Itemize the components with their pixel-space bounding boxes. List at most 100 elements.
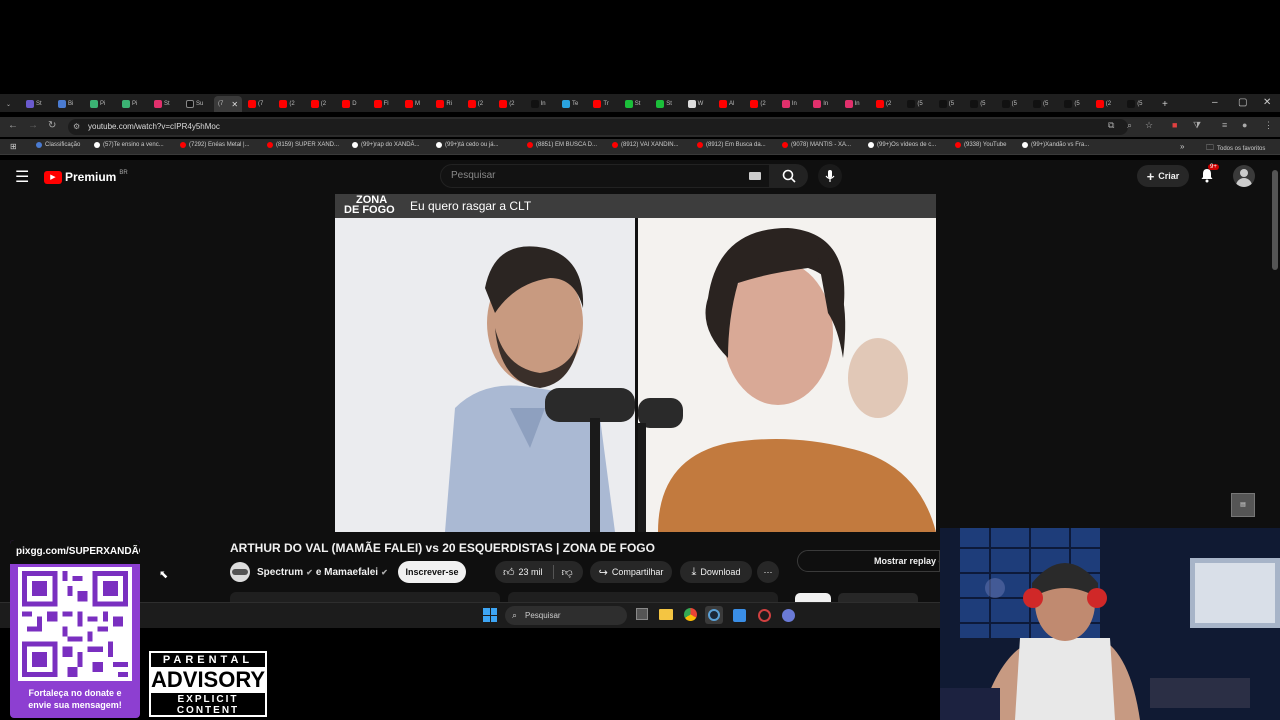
chrome-icon[interactable]	[684, 608, 697, 621]
tab[interactable]: In	[781, 97, 797, 111]
taskbar-search-input[interactable]: ⌕ Pesquisar	[505, 606, 627, 625]
keyboard-icon[interactable]	[749, 172, 761, 180]
tab[interactable]: In	[530, 97, 546, 111]
bookmark-item[interactable]: Classificação	[36, 142, 80, 148]
tab[interactable]: Pi	[90, 97, 105, 111]
tab[interactable]: Ri	[436, 97, 452, 111]
tab-active[interactable]: (7 ✕	[214, 96, 243, 112]
tab[interactable]: (2	[467, 97, 483, 111]
file-explorer-icon[interactable]	[659, 609, 673, 620]
more-bookmarks-icon[interactable]: »	[1180, 142, 1184, 151]
tab[interactable]: (2	[876, 97, 891, 111]
create-button[interactable]: + Criar	[1137, 165, 1189, 187]
tab[interactable]: (5	[1064, 97, 1080, 111]
forward-icon[interactable]: →	[28, 120, 38, 131]
subscribe-button[interactable]: Inscrever-se	[398, 561, 466, 583]
tab[interactable]: (5	[1033, 97, 1048, 111]
show-chat-replay-button[interactable]: Mostrar replay do	[797, 550, 940, 572]
video-player[interactable]: ZONA DE FOGO Eu quero rasgar a CLT	[335, 194, 936, 532]
tab[interactable]: St	[26, 97, 42, 111]
app-icon[interactable]	[758, 609, 771, 622]
tab[interactable]: St	[154, 97, 170, 111]
profile-avatar-icon[interactable]: ●	[1242, 120, 1247, 130]
bookmark-item[interactable]: (8851) EM BUSCA D...	[527, 142, 597, 148]
tab[interactable]: In	[844, 97, 860, 111]
extension-icon[interactable]: ■	[1172, 120, 1177, 130]
tab[interactable]: Fl	[373, 97, 389, 111]
bookmark-item[interactable]: (8912) VAI XANDIN...	[612, 142, 679, 148]
tab[interactable]: Bi	[58, 97, 73, 111]
hamburger-menu-icon[interactable]: ☰	[15, 167, 29, 187]
windows-start-icon[interactable]	[483, 608, 497, 622]
all-favorites-folder[interactable]: 🗀 Todos os favoritos	[1206, 142, 1265, 156]
tab[interactable]: (5	[938, 97, 954, 111]
dislike-icon[interactable]: 👎︎	[562, 566, 573, 579]
like-icon[interactable]: 👍︎	[503, 566, 515, 579]
search-input[interactable]: Pesquisar	[440, 164, 770, 188]
store-icon[interactable]	[733, 609, 746, 622]
bookmark-item[interactable]: (9338) YouTube	[955, 142, 1006, 148]
tab[interactable]: (5	[907, 97, 923, 111]
extensions-icon[interactable]: ⧩	[1193, 120, 1201, 131]
star-icon[interactable]: ☆	[1145, 120, 1153, 131]
task-view-icon[interactable]	[636, 608, 648, 620]
page-scrollbar[interactable]	[1272, 170, 1278, 270]
tab[interactable]: M	[405, 97, 420, 111]
settings-app-icon[interactable]	[782, 609, 795, 622]
bookmark-item[interactable]: (57)Te ensino a venc...	[94, 142, 164, 148]
chip-all[interactable]	[795, 593, 831, 602]
tab[interactable]: St	[624, 97, 640, 111]
tab[interactable]: (5	[1001, 97, 1017, 111]
reload-icon[interactable]: ↻	[48, 120, 56, 131]
tab[interactable]: (2	[499, 97, 515, 111]
chip-related[interactable]	[838, 593, 918, 602]
channel-name[interactable]: Spectrum	[257, 567, 303, 578]
tab[interactable]: (2	[310, 97, 326, 111]
media-icon[interactable]: ≡	[1222, 120, 1227, 130]
close-tab-icon[interactable]: ✕	[231, 100, 238, 109]
tab[interactable]: Te	[562, 97, 578, 111]
search-button[interactable]	[770, 164, 808, 188]
like-count[interactable]: 23 mil	[519, 567, 543, 577]
more-actions-button[interactable]: ⋯	[757, 561, 779, 583]
tab-list-dropdown-icon[interactable]: ⌄	[6, 97, 11, 111]
avatar[interactable]	[1233, 165, 1255, 187]
tab[interactable]: In	[813, 97, 828, 111]
tab[interactable]: (2	[750, 97, 766, 111]
bookmark-item[interactable]: (8159) SUPER XAND...	[267, 142, 339, 148]
zoom-icon[interactable]: ⌕	[1127, 120, 1132, 131]
share-button[interactable]: ↪ Compartilhar	[590, 561, 672, 583]
new-tab-icon[interactable]: +	[1162, 97, 1168, 111]
channel-names[interactable]: Spectrum ✔ e Mamaefalei ✔	[257, 567, 388, 578]
tab[interactable]: Tr	[593, 97, 609, 111]
youtube-logo[interactable]: ▶ Premium BR	[44, 170, 128, 184]
minimize-icon[interactable]: –	[1212, 97, 1218, 108]
description-box[interactable]	[230, 592, 500, 602]
channel-avatar[interactable]	[230, 562, 250, 582]
back-icon[interactable]: ←	[8, 120, 18, 131]
tab[interactable]: (5	[1127, 97, 1143, 111]
voice-search-button[interactable]	[818, 164, 842, 188]
close-window-icon[interactable]: ✕	[1263, 97, 1271, 108]
tab[interactable]: W	[687, 97, 703, 111]
install-app-icon[interactable]: ⧉	[1108, 120, 1114, 131]
bookmark-item[interactable]: (99+)Xandão vs Fra...	[1022, 142, 1089, 148]
collab-channel-name[interactable]: e Mamaefalei	[316, 567, 378, 578]
tab[interactable]: Al	[719, 97, 734, 111]
tab[interactable]: (2	[1095, 97, 1111, 111]
apps-grid-icon[interactable]: ⊞	[10, 142, 17, 151]
tab[interactable]: (7	[248, 97, 263, 111]
maximize-icon[interactable]: ▢	[1238, 97, 1247, 108]
bookmark-item[interactable]: (99+)tá cedo ou já...	[436, 142, 499, 148]
floating-widget-icon[interactable]: ▤	[1231, 493, 1255, 517]
bookmark-item[interactable]: (7292) Enéas Metal |...	[180, 142, 250, 148]
bookmark-item[interactable]: (99+)Os vídeos de c...	[868, 142, 936, 148]
tab[interactable]: D	[342, 97, 357, 111]
steam-icon[interactable]	[708, 609, 720, 621]
menu-icon[interactable]: ⋮	[1264, 120, 1273, 131]
url-field[interactable]: ⚙ youtube.com/watch?v=cIPR4y5hMoc	[68, 119, 1128, 135]
tab[interactable]: Su	[186, 97, 203, 111]
bookmark-item[interactable]: (8912) Em Busca da...	[697, 142, 766, 148]
notifications-button[interactable]: 9+	[1200, 164, 1219, 188]
comments-preview[interactable]	[508, 592, 778, 602]
